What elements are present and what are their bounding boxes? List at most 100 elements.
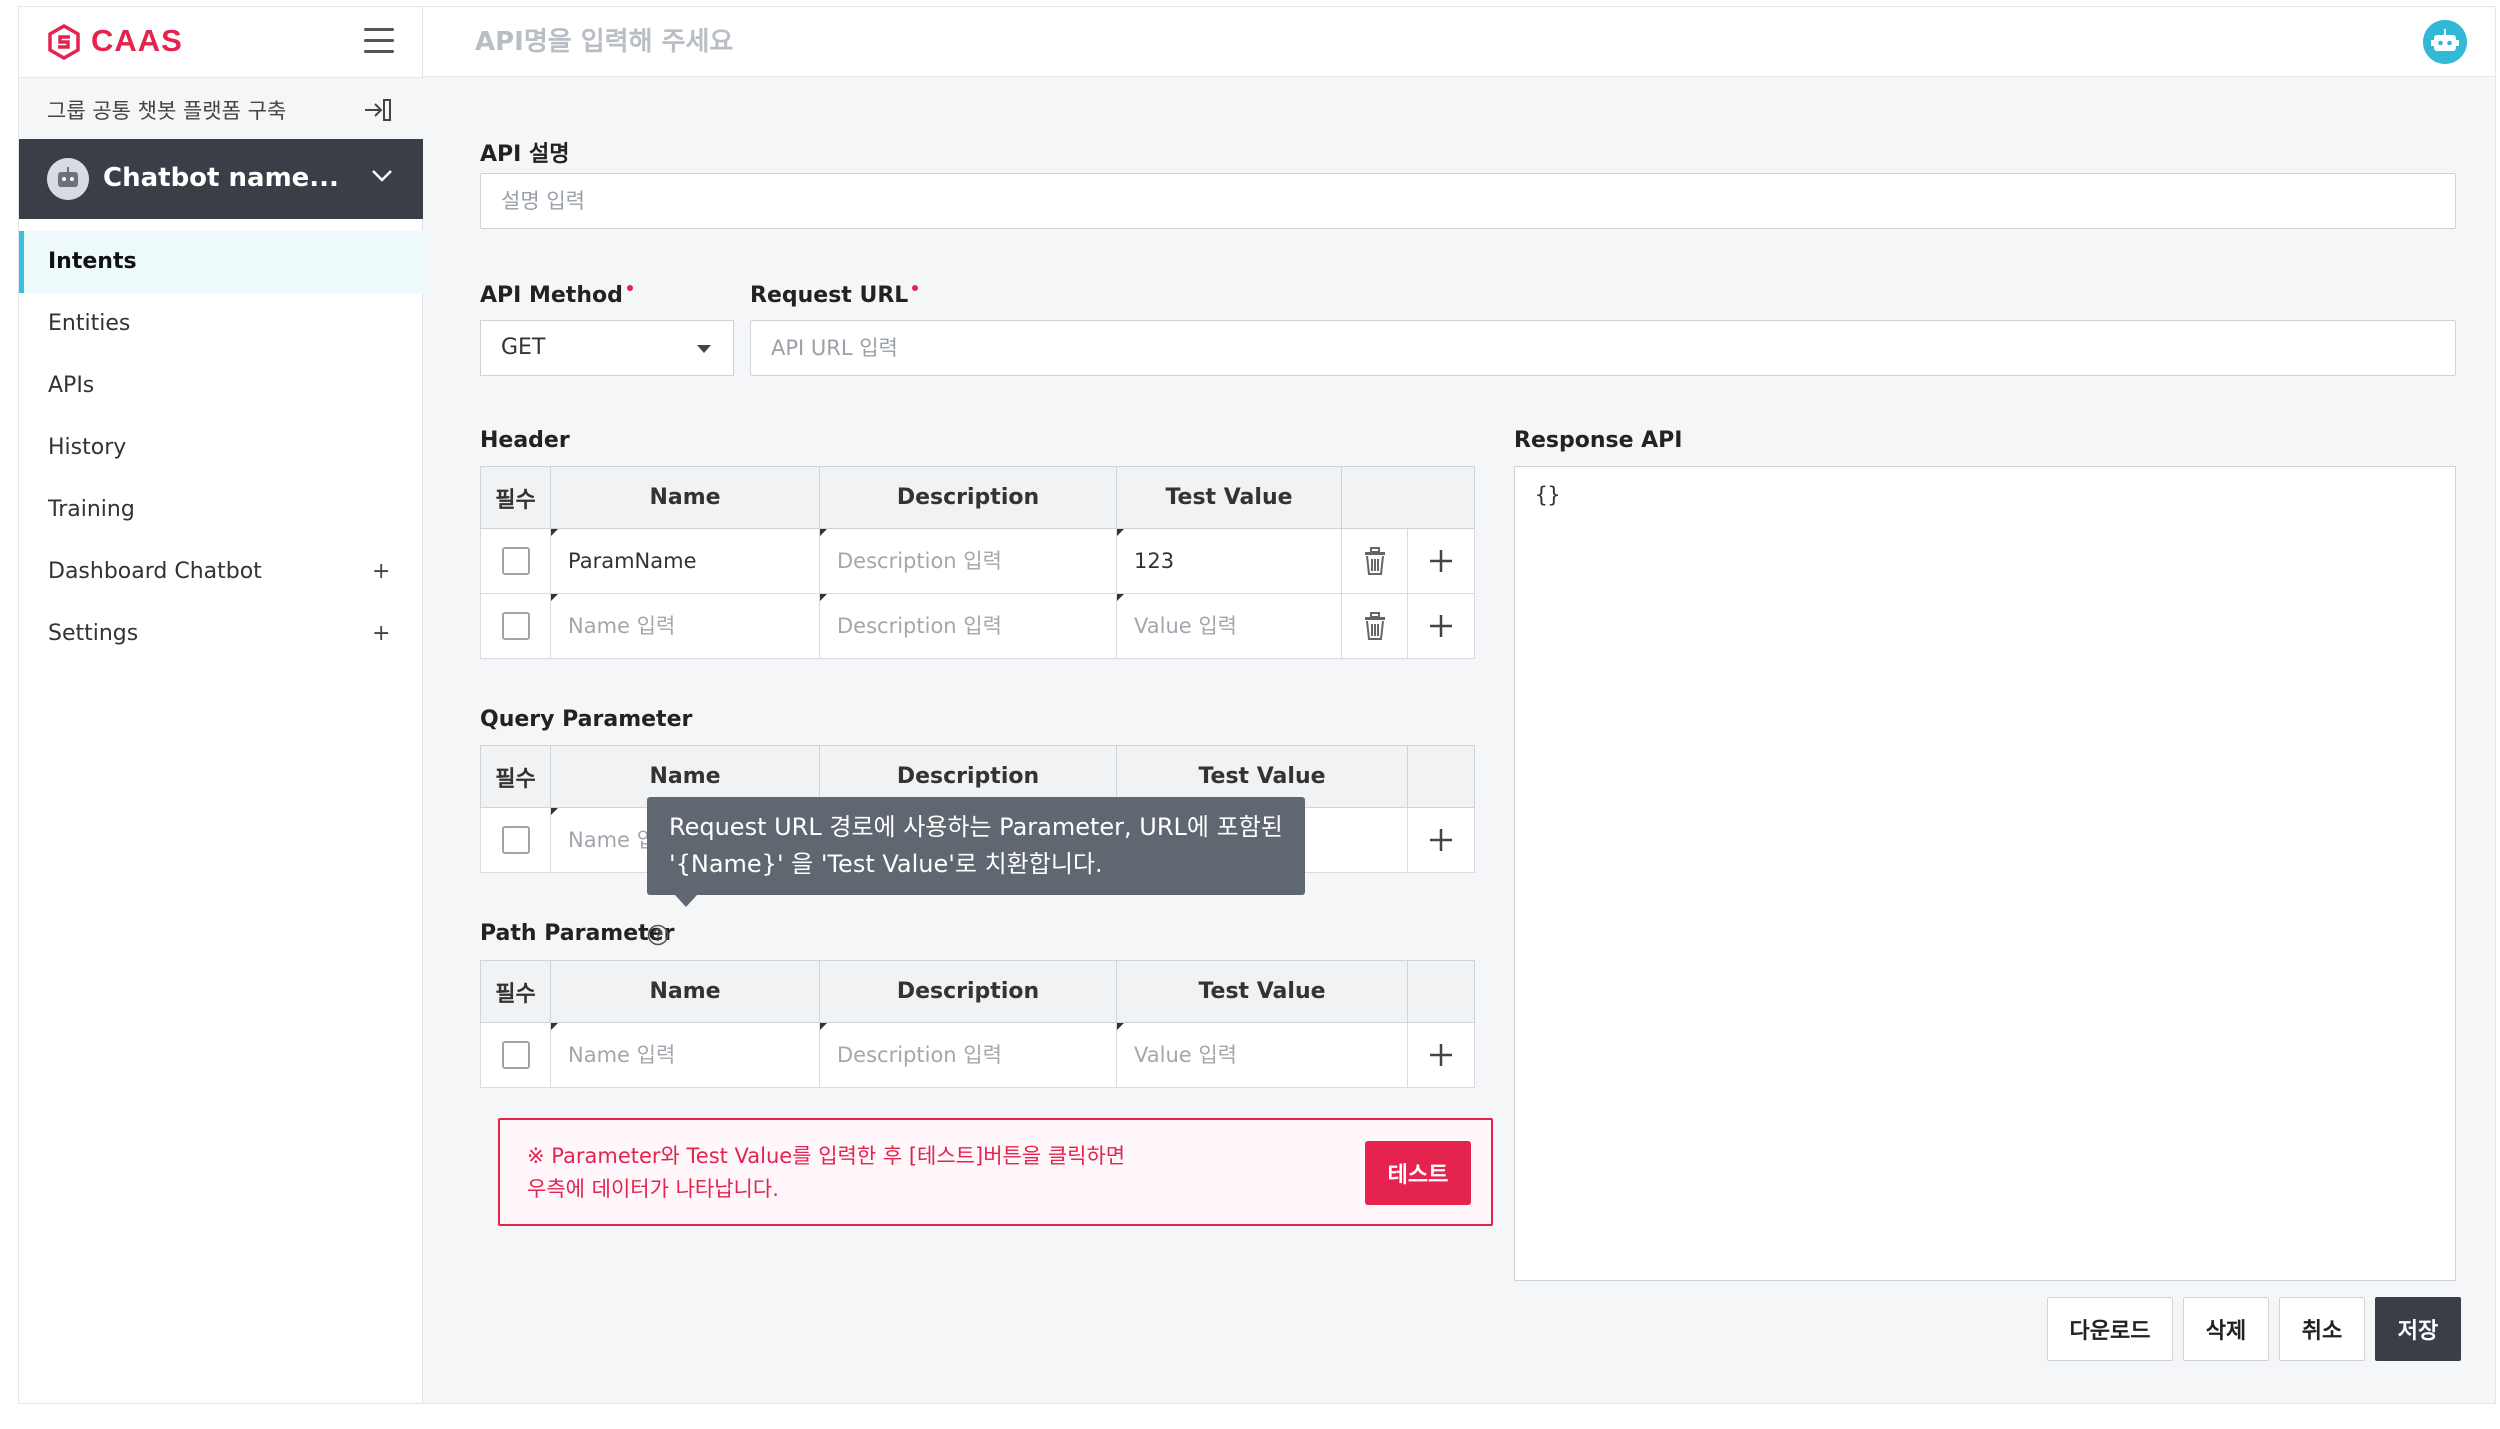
path-parameter-tooltip: Request URL 경로에 사용하는 Parameter, URL에 포함된… — [647, 797, 1305, 907]
add-row-plus-icon[interactable] — [1428, 548, 1454, 574]
path-param-section-title: Path Parameter — [480, 921, 675, 946]
chatbot-selector[interactable]: Chatbot name... — [19, 139, 423, 219]
response-api-title: Response API — [1514, 428, 1683, 453]
project-row: 그룹 공통 챗봇 플랫폼 구축 — [19, 77, 423, 139]
sidebar-item-settings[interactable]: Settings + — [19, 603, 423, 665]
cell-marker — [551, 529, 558, 536]
logo-row: CAAS — [19, 7, 423, 77]
chevron-down-icon — [372, 170, 392, 182]
sidebar-item-history[interactable]: History — [19, 417, 423, 479]
api-method-label-text: API Method — [480, 283, 623, 308]
param-value-input[interactable] — [1117, 594, 1341, 658]
add-row-plus-icon[interactable] — [1428, 1042, 1454, 1068]
request-url-label-text: Request URL — [750, 283, 909, 308]
download-button[interactable]: 다운로드 — [2047, 1297, 2173, 1361]
top-bar — [423, 7, 2495, 77]
cell-marker — [551, 808, 558, 815]
brand-name: CAAS — [91, 23, 183, 58]
notice-text: ※ Parameter와 Test Value를 입력한 후 [테스트]버튼을 … — [527, 1140, 1125, 1206]
add-row-plus-icon[interactable] — [1428, 827, 1454, 853]
trash-icon[interactable] — [1362, 546, 1388, 576]
tooltip-arrow — [675, 895, 697, 907]
header-section-title: Header — [480, 428, 570, 453]
cell-marker — [551, 1023, 558, 1030]
chatbot-name: Chatbot name... — [103, 163, 339, 193]
sidebar-item-label: APIs — [48, 373, 95, 398]
query-param-section-title: Query Parameter — [480, 707, 693, 732]
sidebar-item-apis[interactable]: APIs — [19, 355, 423, 417]
column-header-required: 필수 — [480, 466, 551, 529]
column-header-name: Name — [550, 960, 820, 1023]
column-header-description: Description — [819, 960, 1117, 1023]
sidebar: CAAS 그룹 공통 챗봇 플랫폼 구축 Chatbot name... Int… — [19, 7, 423, 1403]
notice-line: 우측에 데이터가 나타납니다. — [527, 1177, 779, 1201]
param-name-input[interactable] — [551, 594, 819, 658]
cancel-button[interactable]: 취소 — [2279, 1297, 2365, 1361]
cell-marker — [820, 1023, 827, 1030]
sidebar-item-dashboard-chatbot[interactable]: Dashboard Chatbot + — [19, 541, 423, 603]
delete-button[interactable]: 삭제 — [2183, 1297, 2269, 1361]
api-name-input[interactable] — [475, 21, 1975, 63]
cell-marker — [820, 529, 827, 536]
help-question-icon[interactable] — [647, 924, 669, 946]
sidebar-item-entities[interactable]: Entities — [19, 293, 423, 355]
column-header-name: Name — [550, 466, 820, 529]
header-params-table: 필수 Name Description Test Value — [480, 466, 1475, 659]
trash-icon[interactable] — [1362, 611, 1388, 641]
cell-marker — [1117, 1023, 1124, 1030]
caas-logo-icon — [48, 24, 80, 60]
sidebar-item-label: Entities — [48, 311, 131, 336]
save-button[interactable]: 저장 — [2375, 1297, 2461, 1361]
required-checkbox[interactable] — [501, 1041, 530, 1069]
required-checkbox[interactable] — [501, 612, 530, 640]
column-header-actions — [1341, 466, 1475, 529]
request-url-input[interactable] — [750, 320, 2456, 376]
required-dot-icon — [626, 285, 633, 291]
notice-line: ※ Parameter와 Test Value를 입력한 후 [테스트]버튼을 … — [527, 1144, 1126, 1168]
caret-down-icon — [697, 345, 711, 353]
sidebar-item-label: Intents — [48, 249, 137, 274]
column-header-test-value: Test Value — [1116, 466, 1342, 529]
test-notice-box: ※ Parameter와 Test Value를 입력한 후 [테스트]버튼을 … — [498, 1118, 1493, 1226]
user-avatar-icon[interactable] — [2423, 20, 2467, 64]
api-method-label: API Method — [480, 283, 633, 308]
table-header-row: 필수 Name Description Test Value — [480, 466, 1475, 529]
sidebar-item-training[interactable]: Training — [19, 479, 423, 541]
param-name-input[interactable] — [551, 529, 819, 593]
table-row — [480, 593, 1475, 659]
required-checkbox[interactable] — [501, 826, 530, 854]
exit-project-icon[interactable] — [363, 96, 393, 124]
cell-marker — [820, 594, 827, 601]
cell-marker — [551, 594, 558, 601]
column-header-actions — [1407, 745, 1475, 808]
path-params-table: 필수 Name Description Test Value — [480, 960, 1475, 1088]
param-description-input[interactable] — [820, 1023, 1116, 1087]
param-description-input[interactable] — [820, 594, 1116, 658]
response-api-textarea[interactable]: {} — [1514, 466, 2456, 1281]
menu-hamburger-icon[interactable] — [364, 28, 394, 56]
column-header-required: 필수 — [480, 745, 551, 808]
table-row — [480, 528, 1475, 594]
description-input[interactable] — [480, 173, 2456, 229]
required-checkbox[interactable] — [501, 547, 530, 575]
description-label: API 설명 — [480, 142, 570, 167]
column-header-description: Description — [819, 466, 1117, 529]
add-row-plus-icon[interactable] — [1428, 613, 1454, 639]
param-name-input[interactable] — [551, 1023, 819, 1087]
api-method-select[interactable]: GET — [480, 320, 734, 376]
table-header-row: 필수 Name Description Test Value — [480, 960, 1475, 1023]
param-description-input[interactable] — [820, 529, 1116, 593]
tooltip-line: Request URL 경로에 사용하는 Parameter, URL에 포함된 — [669, 813, 1283, 841]
app-window: CAAS 그룹 공통 챗봇 플랫폼 구축 Chatbot name... Int… — [18, 6, 2496, 1404]
param-value-input[interactable] — [1117, 529, 1341, 593]
sidebar-item-intents[interactable]: Intents — [19, 231, 423, 293]
cell-marker — [1117, 594, 1124, 601]
column-header-actions — [1407, 960, 1475, 1023]
expand-plus-icon[interactable]: + — [372, 603, 390, 665]
expand-plus-icon[interactable]: + — [372, 541, 390, 603]
param-value-input[interactable] — [1117, 1023, 1407, 1087]
sidebar-item-label: Dashboard Chatbot — [48, 559, 262, 584]
column-header-required: 필수 — [480, 960, 551, 1023]
sidebar-item-label: History — [48, 435, 127, 460]
test-button[interactable]: 테스트 — [1365, 1141, 1471, 1205]
